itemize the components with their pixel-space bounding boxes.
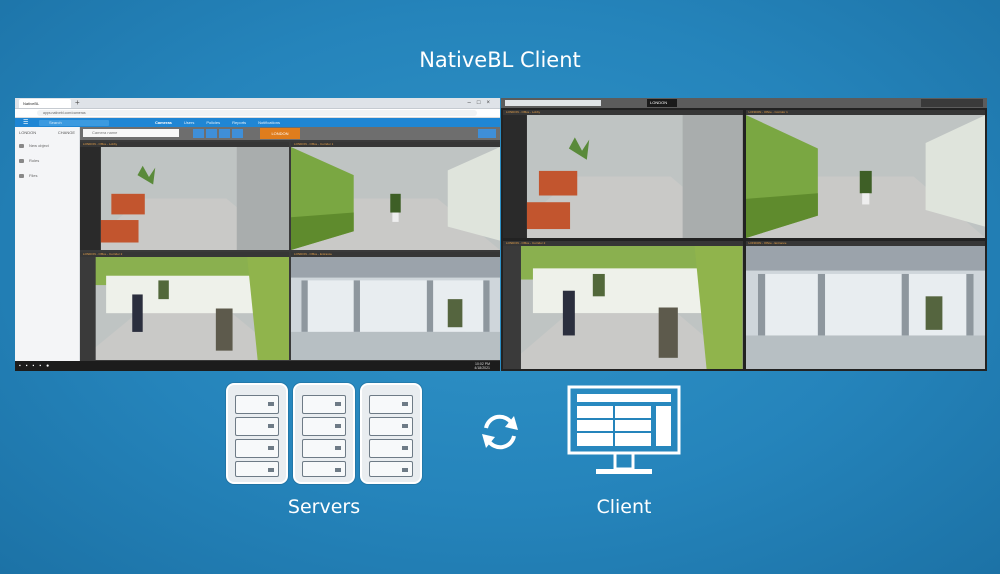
camera-tile[interactable]: LONDON - Office - Corridor 1 [291, 142, 500, 250]
app-search-input[interactable]: Search [39, 120, 109, 126]
browser-tab[interactable]: NativeBL [19, 99, 71, 108]
app-nav-item[interactable]: Users [184, 120, 194, 125]
sidebar-header: LONDON CHANGE [15, 127, 79, 138]
taskbar-clock: 10:02 PM 4/18/2021 [474, 362, 490, 370]
camera-image [291, 257, 500, 360]
camera-search-input[interactable]: Camera name [83, 129, 179, 137]
camera-image [503, 115, 743, 238]
page-title: NativeBL Client [419, 48, 581, 72]
server-rack-icon [360, 383, 422, 484]
address-bar[interactable]: apps.nativebl.com/cameras [37, 110, 477, 116]
camera-image [291, 147, 500, 250]
native-search-input[interactable] [505, 100, 601, 106]
sync-arrows-icon [482, 414, 518, 450]
app-nav-item[interactable]: Policies [206, 120, 220, 125]
camera-tile[interactable]: LONDON - Office - Lobby [503, 110, 743, 238]
folder-icon [19, 173, 24, 178]
camera-image [80, 147, 289, 250]
native-location-tag[interactable]: LONDON [647, 99, 677, 107]
sidebar-item-label: Roles [29, 158, 40, 163]
sidebar-item-roles[interactable]: Roles [15, 153, 79, 168]
new-tab-icon[interactable]: + [75, 98, 80, 108]
sidebar-location: LONDON [19, 130, 37, 135]
location-tag[interactable]: LONDON [260, 128, 300, 139]
sidebar-item-label: Files [29, 173, 38, 178]
fullscreen-button[interactable] [478, 129, 496, 138]
camera-image [745, 246, 985, 369]
object-icon [19, 143, 24, 148]
camera-image [745, 115, 985, 238]
taskbar-date: 4/18/2021 [474, 366, 490, 370]
camera-tile[interactable]: LONDON - Office - Corridor 2 [80, 252, 289, 360]
camera-workspace: Camera name LONDON LONDON - Office - Lob… [80, 127, 500, 361]
native-toolbar: LONDON [501, 98, 987, 108]
camera-image [80, 257, 289, 360]
native-camera-grid: LONDON - Office - Lobby LONDON - Office … [503, 110, 985, 369]
taskbar-icons[interactable]: ▪▪▪▪● [19, 363, 54, 369]
sidebar-change-link[interactable]: CHANGE [58, 130, 75, 135]
camera-tile[interactable]: LONDON - Office - Entrance [291, 252, 500, 360]
app-nav-item[interactable]: Notifications [258, 120, 280, 125]
window-controls[interactable]: –□× [468, 98, 496, 108]
native-toolbar-buttons[interactable] [921, 99, 983, 107]
camera-grid: LONDON - Office - Lobby LONDON - Office … [80, 142, 500, 360]
camera-toolbar: Camera name LONDON [80, 127, 500, 140]
native-client-window: LONDON LONDON - Office - Lobby LONDON - … [501, 98, 987, 371]
camera-tile[interactable]: LONDON - Office - Entrance [745, 241, 985, 369]
sidebar-item-files[interactable]: Files [15, 168, 79, 183]
server-rack-icon [293, 383, 355, 484]
os-taskbar: ▪▪▪▪● 10:02 PM 4/18/2021 [15, 361, 500, 371]
camera-tile[interactable]: LONDON - Office - Corridor 1 [745, 110, 985, 238]
browser-window: NativeBL + –□× apps.nativebl.com/cameras… [15, 98, 500, 371]
app-nav-item[interactable]: Reports [232, 120, 246, 125]
address-bar-row: apps.nativebl.com/cameras [15, 109, 500, 118]
app-nav-item[interactable]: Cameras [155, 120, 172, 125]
sidebar-item-new-object[interactable]: New object [15, 138, 79, 153]
sidebar: LONDON CHANGE New object Roles Files [15, 127, 80, 361]
layout-1-button[interactable] [193, 129, 204, 138]
monitor-icon [567, 385, 681, 474]
camera-tile[interactable]: LONDON - Office - Corridor 2 [503, 241, 743, 369]
browser-chrome: NativeBL + –□× [15, 98, 500, 109]
server-rack-icon [226, 383, 288, 484]
users-icon [19, 158, 24, 163]
camera-image [503, 246, 743, 369]
client-label: Client [596, 496, 652, 518]
sidebar-item-label: New object [29, 143, 49, 148]
search-icon[interactable] [219, 129, 230, 138]
layout-2-button[interactable] [206, 129, 217, 138]
camera-tile[interactable]: LONDON - Office - Lobby [80, 142, 289, 250]
servers-label: Servers [287, 496, 361, 518]
grid-icon[interactable] [232, 129, 243, 138]
